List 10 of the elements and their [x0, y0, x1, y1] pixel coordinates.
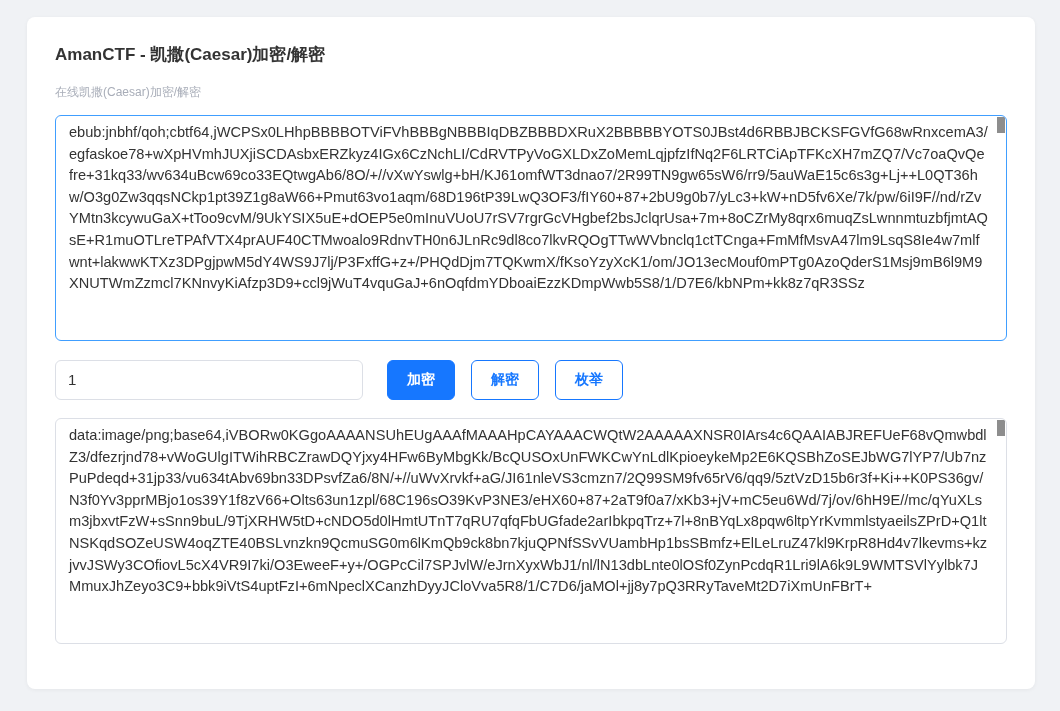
scrollbar[interactable] — [997, 420, 1005, 436]
action-button[interactable]: 加密 — [387, 360, 455, 400]
input-text-area[interactable]: ebub:jnbhf/qoh;cbtf64,jWCPSx0LHhpBBBBOTViFVhBBBgNBBBIqDBZBBBDXRuX2BBBBBYOTS0JBst4d6RBBJBCKSFGVfG68wRnxcemA3/egfaskoe78+wXpHVmhJUXjiSCDAsbxERZkyz4IGx6CzNchLI/CdRVTPyVoGXLDxZoMemLqjpfzIfNq2F6LRTCiApTFKcXH7mZQ7/Vc7oaQvQefre+31kq33/wv634uBcw69co33EQtwgAb6/8O/+//vXwYswlg+bH/KJ61omfWT3dnao7/2R99TN9gw65sW6/rr9/5auWaE15c6s3g+Lj++L0QT36hw/O3g0Zw3qqsNCkp1pt39Z1g8aW66+Pmut63vo1aqm/68D196tP39LwQ3OF3/fIY60+87+2bU9g0b7/yLc3+kW+nD5fv6Xe/7k/pw/6iI9F//nd/rZvYMtn3kcywuGaX+tToo9cvM/9UkYSIX5uE+dOEP5e0mInuVUoU7rSV7rgrGcVHgbef2bsJclqrUsa+7m+8oCZrMy8qrx6muqZsLwnnmtuzbfjmtAQsE+R1muOTLreTPAfVTX4prAUF40CTMwoalo9RdnvTH0n6JLnRc9dl8co7lkvRQOgTTwWVbnclq1ctTCnga+FmMfMsvA47lm9LsqS8Ie4w7mlfwnt+lakwwKTXz3DPgjpwM5dY4WS9J7lj/P3FxffG+z+/PHQdDjm7TQKwmX/fKsoYzyXcK1/om/JO13ecMouf0mPTg0AzoQderS1Msj9mB6l9M9XNUTWmZzmcl7KNnvyKiAfzp3D9+ccl9jWuT4vquGaJ+6nOqfdmYDboaiEzzKDmpWwb5S8/1/D7E6/kbNPm+kk8z7qR3SSz — [55, 115, 1007, 341]
page-subtitle: 在线凯撒(Caesar)加密/解密 — [55, 84, 202, 100]
page-title: AmanCTF - 凯撒(Caesar)加密/解密 — [55, 44, 327, 66]
action-button[interactable]: 枚举 — [555, 360, 623, 400]
output-text-area[interactable]: data:image/png;base64,iVBORw0KGgoAAAANSUhEUgAAAfMAAAHpCAYAAACWQtW2AAAAAXNSR0IArs4c6QAAIABJREFUeF68vQmwbdlZ3/dfezrjnd78+vWoGUlgITWihRBCZrawDQYjxy4HFw6ByMbgKk/BcQUSOxUnFWKCwYnLdlKpioeykeMp2E6KQSBhZoSEJbWG7lYP7/Ub7nzPuPdeqd+31jp33/vu634tAbv69bn33DPsvfZa6/8N/+//uWvXrvkf+aG/JI61nleVS3cmzn7/2Q99SM9fv65rV6/qq9/5ztVzD15b6r3f+Ki++K0PS36gv/N3f0Yv3pprMBjo1os39Y1f8zV66+Olts63un1zpl/68C196sO39KvP3NE3/eHX60+87+2aT9f0a7/xKb3+jV+mC5eu6Wd/7j/ov/6hH9E//mc/qYuXLsm3jbxvtFzW+sSnn9buL/9TjXRHW5tD+cNDO5d0lHmtUTnT7qRU7qfqFbUGfade2arIbkpqTrz+7l+8nBYqLx8pqw6ltpYrKvmmlstyaeilsZPrD+Q1ltNSKqdSOZeUSW4oqZTE40BSLvnzkn9QcmuSG0m6lKmQb9ck8bn7kjuQPNfSSvVUambHp1bsSBmfz+ElLeLruZ47kl9KrpR8Hd4v7lkevms+kzjvvJSWy3COfiovL5cX4VR9I7ki/O3EweeF+y+/OGPcCil7SPJvlW/eJrnXyxWbJ1/nl/lN13dbLnte0lOSf0ZynPcdqR1Lri9lA6k9L9WMTSVlYylbk7JMmuxJhZeyo3C9+bbk9iVtS4uptFzI+6mNpeclXCanzhDyyJCloVva5R8/1/C7D6/jaMOl+jj8y7pQ3RRyTaveMt2D7iXmUnFBrT+ — [55, 418, 1007, 644]
scrollbar[interactable] — [997, 117, 1005, 133]
shift-field[interactable]: 1 — [55, 360, 363, 400]
action-button[interactable]: 解密 — [471, 360, 539, 400]
